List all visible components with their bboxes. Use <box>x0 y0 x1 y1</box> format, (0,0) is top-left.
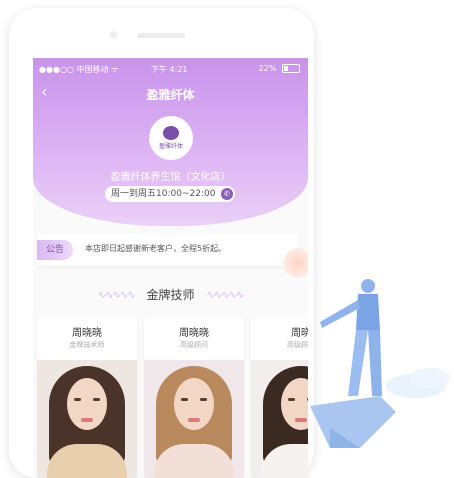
business-hours-text: 周一到周五10:00~22:00 <box>111 189 216 199</box>
battery-percent: 22% <box>258 64 277 73</box>
speaker-slot <box>137 33 185 38</box>
technician-name: 周晓晓 <box>72 328 102 339</box>
technician-role: 高级顾问 <box>180 341 208 349</box>
status-bar: ●●●○○ 中国移动 ᯤ 下午 4:21 22% <box>33 58 308 78</box>
section-title-text: 金牌技师 <box>146 288 195 302</box>
store-name: 盈雅纤体养生馆（文化店） <box>110 172 231 183</box>
camera-dot <box>110 31 117 38</box>
technician-name: 周晓晓 <box>179 328 209 339</box>
app-screen: ●●●○○ 中国移动 ᯤ 下午 4:21 22% ‹ 盈雅纤体 盈雅纤体 盈雅纤… <box>33 58 308 478</box>
page-title: 盈雅纤体 <box>146 88 195 102</box>
technician-photo <box>251 360 308 478</box>
business-hours-pill[interactable]: 周一到周五10:00~22:00 ✆ <box>105 186 235 202</box>
person-torso <box>356 294 380 330</box>
decorative-glow <box>283 248 308 278</box>
person-on-cliff-illustration <box>310 279 450 448</box>
announcement-tag: 公告 <box>37 240 73 260</box>
person-leg <box>348 330 368 396</box>
store-logo: 盈雅纤体 <box>149 116 193 160</box>
phone-call-icon[interactable]: ✆ <box>221 188 233 200</box>
store-header: ●●●○○ 中国移动 ᯤ 下午 4:21 22% ‹ 盈雅纤体 盈雅纤体 盈雅纤… <box>33 58 308 226</box>
technician-photo <box>144 360 244 478</box>
carrier-label: ●●●○○ 中国移动 ᯤ <box>39 65 119 74</box>
logo-figure-icon <box>163 126 179 140</box>
technician-photo <box>37 360 137 478</box>
cloud-shape <box>410 368 450 388</box>
technician-card[interactable]: 周晓 高级顾问 <box>251 318 308 478</box>
technician-card[interactable]: 周晓晓 金牌技术师 <box>37 318 137 478</box>
phone-frame: ●●●○○ 中国移动 ᯤ 下午 4:21 22% ‹ 盈雅纤体 盈雅纤体 盈雅纤… <box>9 8 314 478</box>
clock-label: 下午 4:21 <box>151 65 188 74</box>
person-leg <box>368 330 382 396</box>
section-title: ∿∿∿∿∿ 金牌技师 ∿∿∿∿∿ <box>33 286 308 303</box>
technician-role: 高级顾问 <box>287 341 308 349</box>
battery-status: 22% <box>259 64 300 73</box>
technician-list: 周晓晓 金牌技术师 周晓晓 高级顾问 周晓 高级顾 <box>37 318 308 478</box>
technician-role: 金牌技术师 <box>69 341 105 349</box>
cliff-shape <box>310 396 396 448</box>
announcement-bar[interactable]: 公告 本店即日起感谢新老客户，全程5折起。 <box>37 234 299 266</box>
wave-left-icon: ∿∿∿∿∿ <box>97 290 136 301</box>
technician-name: 周晓 <box>291 328 308 339</box>
wave-right-icon: ∿∿∿∿∿ <box>206 290 244 301</box>
announcement-text: 本店即日起感谢新老客户，全程5折起。 <box>85 244 227 253</box>
technician-card[interactable]: 周晓晓 高级顾问 <box>144 318 244 478</box>
logo-text: 盈雅纤体 <box>158 143 183 150</box>
person-head <box>361 279 375 293</box>
battery-icon <box>282 64 300 73</box>
person-arm <box>320 300 360 328</box>
